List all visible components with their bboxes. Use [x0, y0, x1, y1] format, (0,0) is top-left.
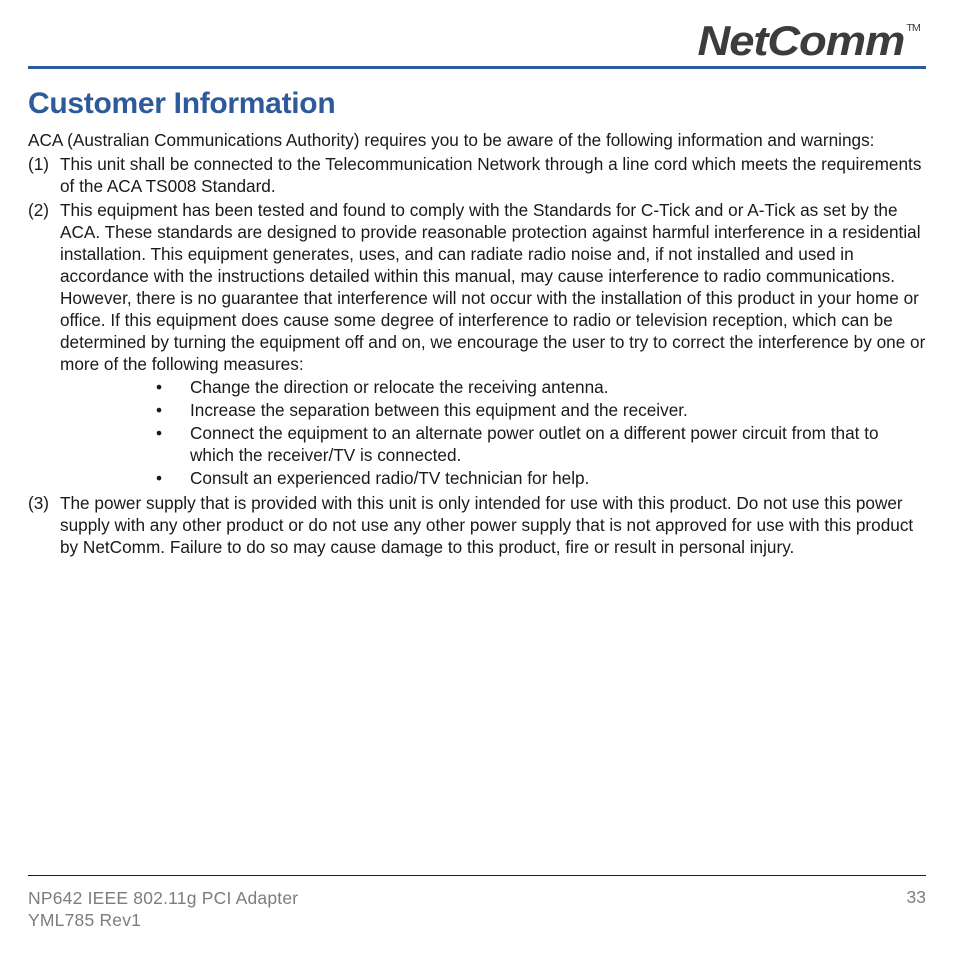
page-number: 33 [907, 887, 926, 908]
list-item: (1) This unit shall be connected to the … [28, 153, 926, 197]
footer-left: NP642 IEEE 802.11g PCI Adapter YML785 Re… [28, 887, 298, 933]
page-footer: NP642 IEEE 802.11g PCI Adapter YML785 Re… [28, 887, 926, 933]
item-number: (3) [28, 492, 60, 558]
footer-product: NP642 IEEE 802.11g PCI Adapter [28, 887, 298, 910]
item-text: This equipment has been tested and found… [60, 199, 926, 490]
item-text: This unit shall be connected to the Tele… [60, 153, 926, 197]
brand-logo: NetCommTM [698, 20, 920, 62]
bullet-icon: • [156, 376, 190, 398]
footer-docref: YML785 Rev1 [28, 909, 298, 932]
item-text-content: This equipment has been tested and found… [60, 200, 925, 374]
list-item: (2) This equipment has been tested and f… [28, 199, 926, 490]
bullet-item: • Increase the separation between this e… [156, 399, 926, 421]
item-number: (1) [28, 153, 60, 197]
brand-logo-text: NetComm [698, 17, 905, 64]
bullet-icon: • [156, 422, 190, 466]
item-text: The power supply that is provided with t… [60, 492, 926, 558]
bullet-list: • Change the direction or relocate the r… [156, 376, 926, 489]
section-title: Customer Information [28, 87, 926, 121]
bullet-text: Change the direction or relocate the rec… [190, 376, 609, 398]
bullet-item: • Change the direction or relocate the r… [156, 376, 926, 398]
footer-divider [28, 875, 926, 876]
intro-paragraph: ACA (Australian Communications Authority… [28, 129, 926, 151]
item-number: (2) [28, 199, 60, 490]
bullet-icon: • [156, 399, 190, 421]
list-item: (3) The power supply that is provided wi… [28, 492, 926, 558]
bullet-item: • Consult an experienced radio/TV techni… [156, 467, 926, 489]
bullet-text: Increase the separation between this equ… [190, 399, 688, 421]
warning-list: (1) This unit shall be connected to the … [28, 153, 926, 558]
header-logo-row: NetCommTM [28, 20, 926, 62]
trademark-symbol: TM [907, 23, 920, 34]
bullet-item: • Connect the equipment to an alternate … [156, 422, 926, 466]
bullet-text: Connect the equipment to an alternate po… [190, 422, 926, 466]
bullet-icon: • [156, 467, 190, 489]
bullet-text: Consult an experienced radio/TV technici… [190, 467, 589, 489]
header-divider [28, 66, 926, 69]
